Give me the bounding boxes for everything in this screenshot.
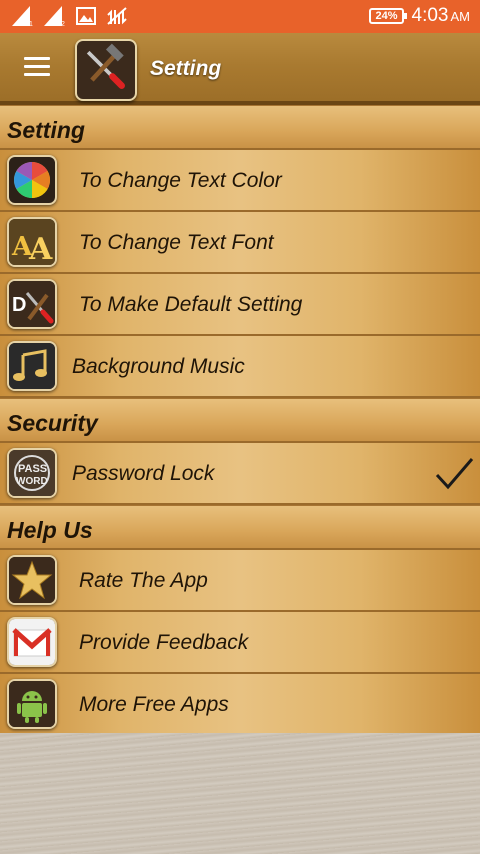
android-icon <box>7 679 57 729</box>
svg-text:WORD: WORD <box>16 476 48 487</box>
tools-hammer-screwdriver-icon <box>75 39 137 101</box>
section-header-help: Help Us <box>0 505 480 550</box>
settings-list: Setting To Change Text Color A A To Chan… <box>0 105 480 736</box>
svg-text:2: 2 <box>61 21 65 26</box>
font-aa-icon: A A <box>7 217 57 267</box>
help-item-label: Rate The App <box>79 569 208 592</box>
gmail-icon <box>7 617 57 667</box>
svg-text:PASS: PASS <box>18 463 47 475</box>
setting-item-text-color[interactable]: To Change Text Color <box>0 150 480 212</box>
setting-item-text-font[interactable]: A A To Change Text Font <box>0 212 480 274</box>
color-wheel-icon <box>7 155 57 205</box>
clock: 4:03 AM <box>411 5 470 26</box>
status-bar: 1 2 24% 4:03 AM <box>0 0 480 33</box>
default-tools-icon: D <box>7 279 57 329</box>
background-texture <box>0 733 480 854</box>
data-off-icon <box>107 7 127 25</box>
section-header-setting: Setting <box>0 105 480 150</box>
signal-2-icon: 2 <box>44 6 65 26</box>
app-bar: Setting <box>0 33 480 105</box>
setting-item-label: To Change Text Color <box>79 169 282 192</box>
music-note-icon <box>7 341 57 391</box>
hamburger-menu-icon[interactable] <box>24 57 50 79</box>
svg-text:D: D <box>12 294 26 316</box>
checkmark-icon[interactable] <box>434 457 474 491</box>
setting-item-music[interactable]: Background Music <box>0 336 480 398</box>
security-item-label: Password Lock <box>72 462 215 485</box>
security-item-password-lock[interactable]: PASS WORD Password Lock <box>0 443 480 505</box>
password-icon: PASS WORD <box>7 448 57 498</box>
help-item-feedback[interactable]: Provide Feedback <box>0 612 480 674</box>
help-item-rate[interactable]: Rate The App <box>0 550 480 612</box>
setting-item-label: Background Music <box>72 355 245 378</box>
image-icon <box>76 7 96 25</box>
help-item-label: More Free Apps <box>79 693 229 716</box>
help-item-label: Provide Feedback <box>79 631 249 654</box>
svg-text:A: A <box>28 232 53 265</box>
star-icon <box>7 555 57 605</box>
setting-item-label: To Make Default Setting <box>79 293 303 316</box>
page-title: Setting <box>150 57 222 80</box>
battery-indicator: 24% <box>369 8 407 24</box>
help-item-more-apps[interactable]: More Free Apps <box>0 674 480 736</box>
setting-item-label: To Change Text Font <box>79 231 274 254</box>
svg-text:1: 1 <box>29 21 33 26</box>
setting-item-default[interactable]: D To Make Default Setting <box>0 274 480 336</box>
signal-1-icon: 1 <box>12 6 33 26</box>
section-header-security: Security <box>0 398 480 443</box>
